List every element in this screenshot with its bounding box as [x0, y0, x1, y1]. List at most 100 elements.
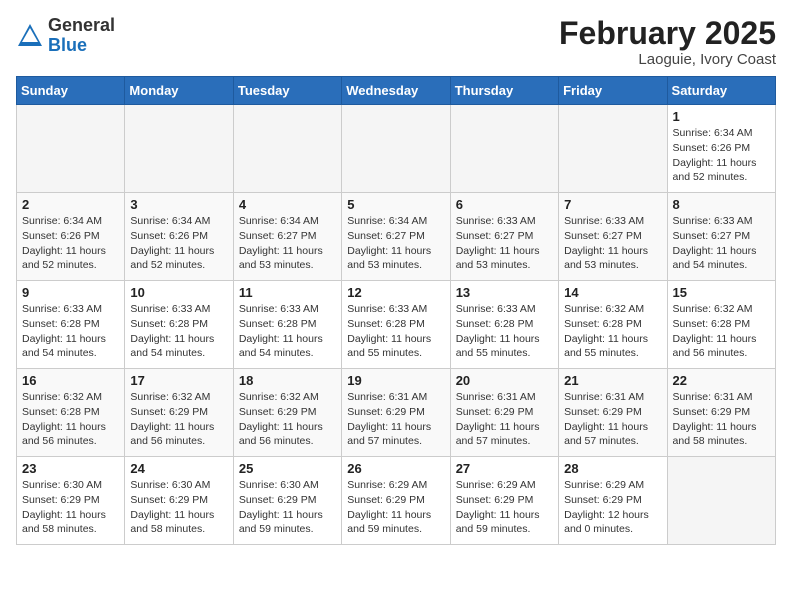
day-number: 20 [456, 373, 553, 388]
day-info: Sunrise: 6:29 AM Sunset: 6:29 PM Dayligh… [456, 478, 553, 537]
day-info: Sunrise: 6:31 AM Sunset: 6:29 PM Dayligh… [456, 390, 553, 449]
day-number: 18 [239, 373, 336, 388]
day-number: 25 [239, 461, 336, 476]
day-info: Sunrise: 6:31 AM Sunset: 6:29 PM Dayligh… [564, 390, 661, 449]
weekday-header-row: SundayMondayTuesdayWednesdayThursdayFrid… [17, 77, 776, 105]
logo-general: General [48, 15, 115, 35]
calendar-cell: 14 Sunrise: 6:32 AM Sunset: 6:28 PM Dayli… [559, 281, 667, 369]
day-number: 22 [673, 373, 770, 388]
day-info: Sunrise: 6:32 AM Sunset: 6:28 PM Dayligh… [22, 390, 119, 449]
day-number: 17 [130, 373, 227, 388]
weekday-header-thursday: Thursday [450, 77, 558, 105]
logo-text: General Blue [48, 16, 115, 56]
day-number: 11 [239, 285, 336, 300]
day-info: Sunrise: 6:33 AM Sunset: 6:28 PM Dayligh… [239, 302, 336, 361]
week-row-4: 16 Sunrise: 6:32 AM Sunset: 6:28 PM Dayli… [17, 369, 776, 457]
day-info: Sunrise: 6:29 AM Sunset: 6:29 PM Dayligh… [564, 478, 661, 537]
calendar-cell: 26 Sunrise: 6:29 AM Sunset: 6:29 PM Dayli… [342, 457, 450, 545]
calendar-cell: 9Sunrise: 6:33 AM Sunset: 6:28 PM Daylig… [17, 281, 125, 369]
calendar-cell: 4 Sunrise: 6:34 AM Sunset: 6:27 PM Daylig… [233, 193, 341, 281]
day-number: 27 [456, 461, 553, 476]
day-info: Sunrise: 6:33 AM Sunset: 6:28 PM Dayligh… [456, 302, 553, 361]
title-area: February 2025 Laoguie, Ivory Coast [559, 16, 776, 68]
calendar-cell: 25 Sunrise: 6:30 AM Sunset: 6:29 PM Dayli… [233, 457, 341, 545]
day-info: Sunrise: 6:32 AM Sunset: 6:28 PM Dayligh… [564, 302, 661, 361]
calendar-cell: 12 Sunrise: 6:33 AM Sunset: 6:28 PM Dayli… [342, 281, 450, 369]
day-number: 3 [130, 197, 227, 212]
calendar-cell: 22Sunrise: 6:31 AM Sunset: 6:29 PM Dayli… [667, 369, 775, 457]
calendar-cell: 15 Sunrise: 6:32 AM Sunset: 6:28 PM Dayli… [667, 281, 775, 369]
calendar-cell: 24 Sunrise: 6:30 AM Sunset: 6:29 PM Dayli… [125, 457, 233, 545]
day-info: Sunrise: 6:34 AM Sunset: 6:26 PM Dayligh… [673, 126, 770, 185]
day-number: 5 [347, 197, 444, 212]
calendar-cell [233, 105, 341, 193]
weekday-header-saturday: Saturday [667, 77, 775, 105]
day-info: Sunrise: 6:32 AM Sunset: 6:29 PM Dayligh… [130, 390, 227, 449]
day-info: Sunrise: 6:34 AM Sunset: 6:26 PM Dayligh… [22, 214, 119, 273]
day-info: Sunrise: 6:33 AM Sunset: 6:27 PM Dayligh… [673, 214, 770, 273]
day-number: 4 [239, 197, 336, 212]
week-row-2: 2Sunrise: 6:34 AM Sunset: 6:26 PM Daylig… [17, 193, 776, 281]
week-row-1: 1 Sunrise: 6:34 AM Sunset: 6:26 PM Daylig… [17, 105, 776, 193]
header: General Blue February 2025 Laoguie, Ivor… [16, 16, 776, 68]
calendar-cell: 3Sunrise: 6:34 AM Sunset: 6:26 PM Daylig… [125, 193, 233, 281]
calendar-cell [342, 105, 450, 193]
day-number: 1 [673, 109, 770, 124]
day-number: 24 [130, 461, 227, 476]
weekday-header-monday: Monday [125, 77, 233, 105]
day-number: 10 [130, 285, 227, 300]
location: Laoguie, Ivory Coast [559, 51, 776, 68]
week-row-5: 23 Sunrise: 6:30 AM Sunset: 6:29 PM Dayli… [17, 457, 776, 545]
day-info: Sunrise: 6:31 AM Sunset: 6:29 PM Dayligh… [347, 390, 444, 449]
day-number: 8 [673, 197, 770, 212]
day-info: Sunrise: 6:32 AM Sunset: 6:28 PM Dayligh… [673, 302, 770, 361]
calendar-cell [559, 105, 667, 193]
day-number: 26 [347, 461, 444, 476]
weekday-header-sunday: Sunday [17, 77, 125, 105]
calendar-cell: 7Sunrise: 6:33 AM Sunset: 6:27 PM Daylig… [559, 193, 667, 281]
day-info: Sunrise: 6:29 AM Sunset: 6:29 PM Dayligh… [347, 478, 444, 537]
day-number: 15 [673, 285, 770, 300]
day-number: 21 [564, 373, 661, 388]
calendar-cell [450, 105, 558, 193]
day-number: 14 [564, 285, 661, 300]
calendar-cell: 16 Sunrise: 6:32 AM Sunset: 6:28 PM Dayli… [17, 369, 125, 457]
calendar-cell: 20 Sunrise: 6:31 AM Sunset: 6:29 PM Dayli… [450, 369, 558, 457]
day-number: 28 [564, 461, 661, 476]
calendar-cell: 21 Sunrise: 6:31 AM Sunset: 6:29 PM Dayli… [559, 369, 667, 457]
calendar-cell: 17 Sunrise: 6:32 AM Sunset: 6:29 PM Dayli… [125, 369, 233, 457]
day-info: Sunrise: 6:34 AM Sunset: 6:27 PM Dayligh… [239, 214, 336, 273]
calendar-cell: 5 Sunrise: 6:34 AM Sunset: 6:27 PM Daylig… [342, 193, 450, 281]
calendar-cell: 18 Sunrise: 6:32 AM Sunset: 6:29 PM Dayli… [233, 369, 341, 457]
calendar-cell: 28 Sunrise: 6:29 AM Sunset: 6:29 PM Dayli… [559, 457, 667, 545]
logo: General Blue [16, 16, 115, 56]
day-number: 23 [22, 461, 119, 476]
calendar-cell: 2Sunrise: 6:34 AM Sunset: 6:26 PM Daylig… [17, 193, 125, 281]
logo-icon [16, 22, 44, 50]
calendar-cell: 10 Sunrise: 6:33 AM Sunset: 6:28 PM Dayli… [125, 281, 233, 369]
calendar-cell: 27 Sunrise: 6:29 AM Sunset: 6:29 PM Dayli… [450, 457, 558, 545]
calendar-cell: 23Sunrise: 6:30 AM Sunset: 6:29 PM Dayli… [17, 457, 125, 545]
day-number: 7 [564, 197, 661, 212]
day-number: 16 [22, 373, 119, 388]
day-number: 13 [456, 285, 553, 300]
month-title: February 2025 [559, 16, 776, 51]
calendar-cell [17, 105, 125, 193]
day-info: Sunrise: 6:30 AM Sunset: 6:29 PM Dayligh… [239, 478, 336, 537]
day-info: Sunrise: 6:30 AM Sunset: 6:29 PM Dayligh… [130, 478, 227, 537]
calendar-cell: 1 Sunrise: 6:34 AM Sunset: 6:26 PM Daylig… [667, 105, 775, 193]
calendar-cell: 19Sunrise: 6:31 AM Sunset: 6:29 PM Dayli… [342, 369, 450, 457]
calendar-cell: 13 Sunrise: 6:33 AM Sunset: 6:28 PM Dayli… [450, 281, 558, 369]
day-info: Sunrise: 6:33 AM Sunset: 6:28 PM Dayligh… [130, 302, 227, 361]
weekday-header-tuesday: Tuesday [233, 77, 341, 105]
day-info: Sunrise: 6:33 AM Sunset: 6:28 PM Dayligh… [22, 302, 119, 361]
calendar-cell: 11 Sunrise: 6:33 AM Sunset: 6:28 PM Dayli… [233, 281, 341, 369]
day-number: 12 [347, 285, 444, 300]
calendar-cell: 6Sunrise: 6:33 AM Sunset: 6:27 PM Daylig… [450, 193, 558, 281]
calendar-cell [125, 105, 233, 193]
logo-blue-text: Blue [48, 35, 87, 55]
day-info: Sunrise: 6:33 AM Sunset: 6:27 PM Dayligh… [456, 214, 553, 273]
day-info: Sunrise: 6:32 AM Sunset: 6:29 PM Dayligh… [239, 390, 336, 449]
day-info: Sunrise: 6:34 AM Sunset: 6:27 PM Dayligh… [347, 214, 444, 273]
day-info: Sunrise: 6:33 AM Sunset: 6:28 PM Dayligh… [347, 302, 444, 361]
